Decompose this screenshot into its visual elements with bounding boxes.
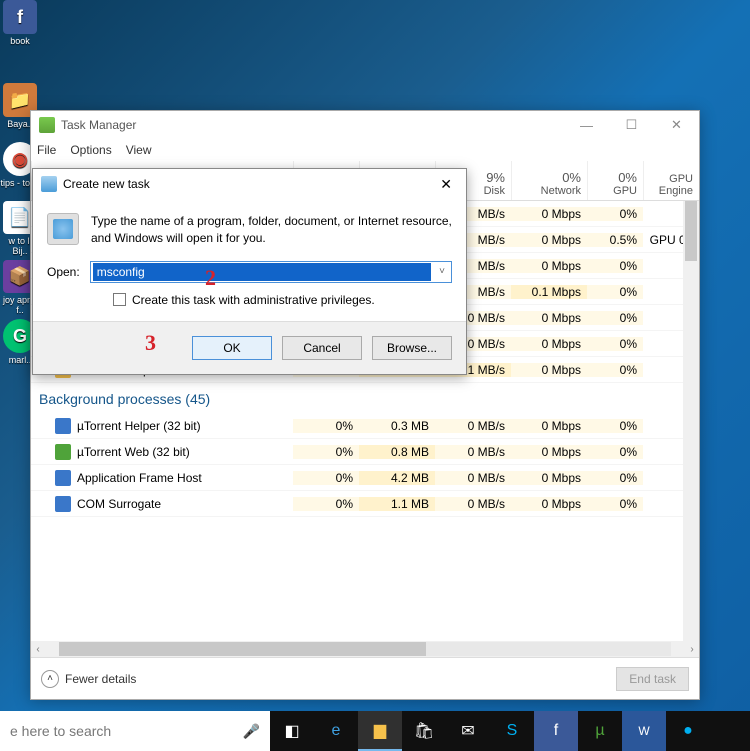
word-icon[interactable]: W	[622, 711, 666, 751]
menubar: File Options View	[31, 139, 699, 161]
chevron-down-icon[interactable]: ˅	[433, 266, 451, 277]
titlebar[interactable]: Task Manager — ☐ ✕	[31, 111, 699, 139]
taskbar: e here to search 🎤 ◧ e ▆ 🛍 ✉ S f µ W ●	[0, 711, 750, 751]
vertical-scrollbar[interactable]	[683, 201, 699, 641]
end-task-button[interactable]: End task	[616, 667, 689, 691]
utorrent-icon[interactable]: µ	[578, 711, 622, 751]
program-icon	[47, 213, 79, 245]
fewer-details-toggle[interactable]: ˄ Fewer details	[41, 670, 136, 688]
background-section-header: Background processes (45)	[31, 383, 699, 413]
skype-icon[interactable]: S	[490, 711, 534, 751]
dialog-close-button[interactable]: ✕	[434, 174, 458, 195]
microphone-icon[interactable]: 🎤	[243, 723, 260, 740]
close-button[interactable]: ✕	[654, 111, 699, 139]
dialog-titlebar[interactable]: Create new task ✕	[33, 169, 466, 199]
minimize-button[interactable]: —	[564, 111, 609, 139]
horizontal-scrollbar[interactable]: ‹›	[31, 641, 699, 657]
mail-icon[interactable]: ✉	[446, 711, 490, 751]
chevron-up-icon: ˄	[41, 670, 59, 688]
table-row[interactable]: Application Frame Host0%4.2 MB0 MB/s0 Mb…	[31, 465, 699, 491]
task-manager-icon	[39, 117, 55, 133]
facebook-icon[interactable]: f	[534, 711, 578, 751]
window-title: Task Manager	[61, 118, 136, 132]
menu-file[interactable]: File	[37, 143, 56, 157]
admin-label: Create this task with administrative pri…	[132, 293, 375, 307]
dialog-description: Type the name of a program, folder, docu…	[91, 213, 452, 247]
taskbar-search[interactable]: e here to search 🎤	[0, 711, 270, 751]
cancel-button[interactable]: Cancel	[282, 336, 362, 360]
maximize-button[interactable]: ☐	[609, 111, 654, 139]
menu-view[interactable]: View	[126, 143, 152, 157]
table-row[interactable]: COM Surrogate0%1.1 MB0 MB/s0 Mbps0%	[31, 491, 699, 517]
dialog-title: Create new task	[63, 177, 150, 191]
file-explorer-icon[interactable]: ▆	[358, 711, 402, 751]
ok-button[interactable]: OK	[192, 336, 272, 360]
task-view-icon[interactable]: ◧	[270, 711, 314, 751]
store-icon[interactable]: 🛍	[402, 711, 446, 751]
menu-options[interactable]: Options	[70, 143, 111, 157]
desktop-icon[interactable]: fbook	[0, 0, 40, 55]
open-input[interactable]	[93, 263, 431, 281]
table-row[interactable]: µTorrent Web (32 bit)0%0.8 MB0 MB/s0 Mbp…	[31, 439, 699, 465]
create-new-task-dialog: Create new task ✕ Type the name of a pro…	[32, 168, 467, 375]
edge-icon[interactable]: e	[314, 711, 358, 751]
col-gpu[interactable]: 0%GPU	[587, 161, 643, 200]
col-network[interactable]: 0%Network	[511, 161, 587, 200]
open-combobox[interactable]: ˅	[90, 261, 452, 283]
app-icon[interactable]: ●	[666, 711, 710, 751]
admin-checkbox[interactable]	[113, 293, 126, 306]
table-row[interactable]: µTorrent Helper (32 bit)0%0.3 MB0 MB/s0 …	[31, 413, 699, 439]
open-label: Open:	[47, 265, 80, 279]
col-gpu-engine[interactable]: GPU Engine	[643, 161, 699, 200]
run-icon	[41, 176, 57, 192]
browse-button[interactable]: Browse...	[372, 336, 452, 360]
